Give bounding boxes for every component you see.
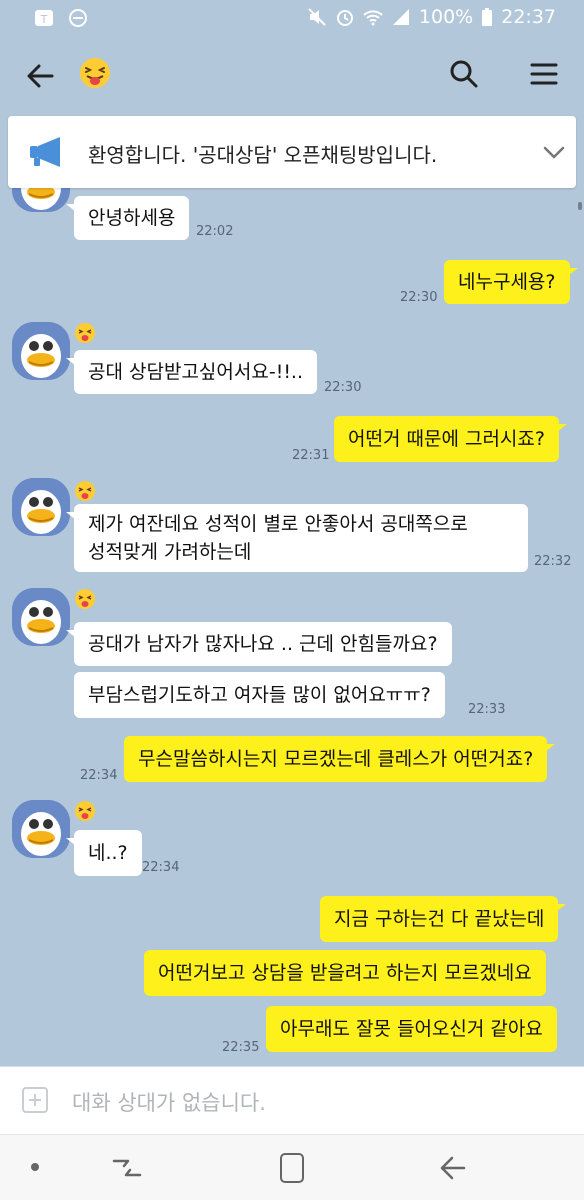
- wifi-icon: [363, 10, 383, 26]
- message-bubble[interactable]: 어떤거 때문에 그러시죠?: [334, 416, 567, 462]
- message-time: 22:32: [534, 554, 572, 569]
- menu-icon[interactable]: [526, 56, 562, 92]
- avatar[interactable]: [12, 588, 70, 646]
- duck-character-icon: [12, 588, 70, 646]
- message-bubble[interactable]: 공대가 남자가 많자나요 .. 근데 안힘들까요?: [66, 622, 452, 666]
- avatar[interactable]: [12, 322, 70, 380]
- nav-dot-icon[interactable]: [31, 1163, 39, 1171]
- do-not-disturb-icon: [69, 9, 87, 27]
- message-bubble[interactable]: 무슨말씀하시는지 모르겠는데 클레스가 어떤거죠?: [124, 736, 556, 782]
- message-time: 22:33: [468, 702, 506, 717]
- tongue-out-face-emoji-icon: [75, 323, 95, 343]
- duck-character-icon: [12, 322, 70, 380]
- message-time: 22:31: [292, 448, 330, 463]
- tongue-out-face-emoji-icon[interactable]: [78, 56, 112, 90]
- message-time: 22:30: [324, 380, 362, 395]
- message-time: 22:02: [196, 224, 234, 239]
- message-input[interactable]: 대화 상대가 없습니다.: [72, 1087, 266, 1117]
- search-icon[interactable]: [446, 56, 482, 92]
- recent-apps-icon[interactable]: [110, 1153, 144, 1183]
- message-bubble[interactable]: 어떤거보고 상담을 받을려고 하는지 모르겠네요: [144, 950, 546, 996]
- message-bubble[interactable]: 공대 상담받고싶어서요-!!..: [65, 350, 318, 394]
- notice-banner[interactable]: 환영합니다. '공대상담' 오픈채팅방입니다.: [8, 116, 576, 188]
- megaphone-icon: [30, 137, 60, 167]
- signal-icon: [392, 9, 409, 25]
- message-bubble[interactable]: 안녕하세용: [65, 196, 190, 240]
- attach-plus-icon[interactable]: [22, 1087, 48, 1113]
- tongue-out-face-emoji-icon: [75, 481, 95, 501]
- scrollbar[interactable]: [578, 202, 582, 210]
- tongue-out-face-emoji-icon: [75, 589, 95, 609]
- mute-icon: [308, 8, 326, 26]
- app-notification-icon: T: [35, 10, 53, 26]
- system-nav-bar: [0, 1134, 584, 1200]
- svg-text:T: T: [40, 13, 48, 26]
- message-time: 22:34: [142, 860, 180, 875]
- message-bubble[interactable]: 부담스럽기도하고 여자들 많이 없어요ㅠㅠ?: [74, 672, 445, 718]
- battery-icon: [482, 8, 493, 26]
- duck-character-icon: [12, 478, 70, 536]
- message-time: 22:30: [400, 290, 438, 305]
- duck-character-icon: [12, 800, 70, 858]
- message-time: 22:35: [222, 1040, 260, 1055]
- chevron-down-icon[interactable]: [540, 138, 568, 166]
- back-nav-icon[interactable]: [436, 1153, 470, 1183]
- message-time: 22:34: [80, 768, 118, 783]
- back-arrow-icon[interactable]: [22, 58, 58, 94]
- message-bubble[interactable]: 지금 구하는건 다 끝났는데: [320, 896, 567, 942]
- chat-message-list[interactable]: 안녕하세용 22:02 네누구세용? 22:30 공대 상담받고싶어서요-!!.…: [0, 180, 584, 1066]
- status-bar: T 100% 22:37: [0, 0, 584, 38]
- message-bubble[interactable]: 제가 여잔데요 성적이 별로 안좋아서 공대쪽으로 성적맞게 가려하는데: [66, 504, 528, 572]
- battery-percent: 100%: [418, 6, 474, 28]
- message-bubble[interactable]: 네..?: [66, 830, 142, 876]
- status-time: 22:37: [501, 6, 556, 28]
- message-bubble[interactable]: 네누구세용?: [444, 260, 577, 304]
- chat-header: [0, 38, 584, 112]
- home-icon[interactable]: [280, 1153, 304, 1183]
- message-bubble[interactable]: 아무래도 잘못 들어오신거 같아요: [266, 1006, 557, 1052]
- avatar[interactable]: [12, 800, 70, 858]
- notice-text: 환영합니다. '공대상담' 오픈채팅방입니다.: [88, 143, 438, 167]
- alarm-icon: [336, 10, 353, 26]
- tongue-out-face-emoji-icon: [75, 801, 95, 821]
- message-input-bar: 대화 상대가 없습니다.: [0, 1066, 584, 1134]
- avatar[interactable]: [12, 478, 70, 536]
